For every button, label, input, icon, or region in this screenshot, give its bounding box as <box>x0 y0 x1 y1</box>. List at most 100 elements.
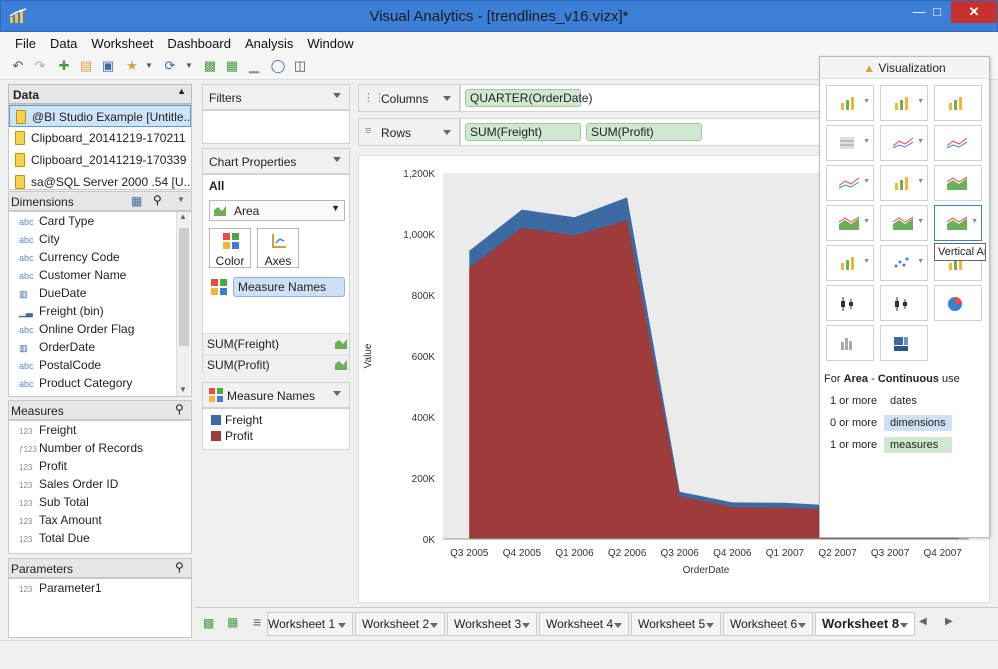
viz-bar-line-button[interactable]: ▼ <box>880 165 928 201</box>
mark-type-select[interactable]: Area ▼ <box>209 200 345 221</box>
field-item[interactable]: ▁▃ Freight (bin) <box>9 302 191 320</box>
menu-worksheet[interactable]: Worksheet <box>84 32 160 51</box>
new-icon[interactable]: ✚ <box>56 58 72 74</box>
viz-table-button[interactable]: ▼ <box>826 125 874 161</box>
viz-box-plot-button[interactable] <box>826 285 874 321</box>
measure-item-profit[interactable]: SUM(Profit) <box>203 354 349 374</box>
viz-bar-button[interactable]: ▼ <box>826 85 874 121</box>
dimensions-menu-icon[interactable]: ▼ <box>177 195 185 204</box>
rows-menu-icon[interactable] <box>443 130 451 135</box>
rows-pill[interactable]: SUM(Freight) <box>465 123 581 141</box>
field-item[interactable]: 123 Sales Order ID <box>9 475 191 493</box>
wand-dropdown-icon[interactable]: ▼ <box>144 58 154 74</box>
wand-icon[interactable]: ★ <box>124 58 140 74</box>
viz-pie-button[interactable] <box>934 285 982 321</box>
viz-option-dropdown-icon[interactable]: ▼ <box>917 218 924 225</box>
color-field-pill[interactable]: Measure Names <box>233 277 345 297</box>
field-item[interactable]: abc PostalCode <box>9 356 191 374</box>
filters-drop-area[interactable] <box>202 110 350 144</box>
field-item[interactable]: 123 Total Due <box>9 529 191 547</box>
close-icon[interactable]: ✕ <box>951 1 997 23</box>
tab-menu-icon[interactable] <box>522 623 530 628</box>
viz-histogram-button[interactable] <box>826 325 874 361</box>
field-item[interactable]: 123 Sub Total <box>9 493 191 511</box>
dimensions-scrollbar[interactable]: ▲ ▼ <box>176 212 190 396</box>
present-icon[interactable]: ◫ <box>292 58 308 74</box>
viz-option-dropdown-icon[interactable]: ▼ <box>917 138 924 145</box>
sheet-list-icon[interactable]: ≡ <box>253 614 261 630</box>
viz-option-dropdown-icon[interactable]: ▼ <box>863 218 870 225</box>
rows-shelf[interactable]: SUM(Freight) SUM(Profit) <box>460 118 820 146</box>
viz-column-stack-button[interactable]: ▼ <box>826 245 874 281</box>
sort-icon[interactable]: ▲ <box>177 86 186 96</box>
filters-menu-icon[interactable] <box>333 93 341 98</box>
viz-scatter-button[interactable]: ▼ <box>880 245 928 281</box>
field-item[interactable]: abc Currency Code <box>9 248 191 266</box>
viz-option-dropdown-icon[interactable]: ▼ <box>863 258 870 265</box>
field-item[interactable]: 123 Freight <box>9 421 191 439</box>
tab-worksheet[interactable]: Worksheet 6 <box>723 612 813 636</box>
table-icon[interactable]: ▦ <box>131 194 142 208</box>
tab-worksheet[interactable]: Worksheet 2 <box>355 612 445 636</box>
save-icon[interactable]: ▣ <box>100 58 116 74</box>
search-icon[interactable]: ⚲ <box>175 402 184 416</box>
viz-option-dropdown-icon[interactable]: ▼ <box>863 138 870 145</box>
tab-menu-icon[interactable] <box>430 623 438 628</box>
maximize-icon[interactable]: □ <box>927 1 947 23</box>
tab-menu-icon[interactable] <box>900 623 908 628</box>
viz-multi-line-button[interactable]: ▼ <box>826 165 874 201</box>
tab-worksheet[interactable]: Worksheet 5 <box>631 612 721 636</box>
viz-dual-area-button[interactable]: ▼ <box>880 205 928 241</box>
bar-chart-icon[interactable]: ▁ <box>246 58 262 74</box>
rows-pill[interactable]: SUM(Profit) <box>586 123 702 141</box>
viz-dual-line-button[interactable] <box>934 125 982 161</box>
viz-option-dropdown-icon[interactable]: ▼ <box>917 178 924 185</box>
viz-treemap-button[interactable] <box>880 325 928 361</box>
search-icon[interactable]: ⚲ <box>175 560 184 574</box>
data-source-item[interactable]: @BI Studio Example [Untitle... <box>9 105 191 127</box>
field-item[interactable]: ▥ OrderDate <box>9 338 191 356</box>
add-dashboard-icon[interactable]: ▦ <box>224 58 240 74</box>
tab-worksheet[interactable]: Worksheet 8 <box>815 612 915 636</box>
legend-entry[interactable]: Freight <box>211 413 341 429</box>
tab-menu-icon[interactable] <box>614 623 622 628</box>
viz-option-dropdown-icon[interactable]: ▼ <box>917 258 924 265</box>
new-worksheet-icon[interactable]: ▩ <box>203 616 214 630</box>
tab-scroll-right-icon[interactable]: ▶ <box>945 616 953 627</box>
viz-option-dropdown-icon[interactable]: ▼ <box>863 178 870 185</box>
viz-gantt-button[interactable] <box>880 285 928 321</box>
data-source-item[interactable]: sa@SQL Server 2000 .54 [U... <box>9 171 191 193</box>
columns-menu-icon[interactable] <box>443 96 451 101</box>
viz-option-dropdown-icon[interactable]: ▼ <box>863 98 870 105</box>
legend-entry[interactable]: Profit <box>211 429 341 445</box>
menu-window[interactable]: Window <box>300 32 360 51</box>
redo-icon[interactable]: ↷ <box>32 58 48 74</box>
field-item[interactable]: abc Product Category <box>9 374 191 392</box>
scroll-down-icon[interactable]: ▼ <box>179 385 187 394</box>
tab-menu-icon[interactable] <box>706 623 714 628</box>
open-folder-icon[interactable]: ▤ <box>78 58 94 74</box>
axes-button[interactable]: Axes <box>257 228 299 268</box>
tab-menu-icon[interactable] <box>798 623 806 628</box>
viz-area-button[interactable] <box>934 165 982 201</box>
add-chart-icon[interactable]: ▩ <box>202 58 218 74</box>
tab-menu-icon[interactable] <box>338 623 346 628</box>
viz-stacked-bar-button[interactable] <box>934 85 982 121</box>
data-source-item[interactable]: Clipboard_20141219-170211 <box>9 127 191 149</box>
viz-line-button[interactable]: ▼ <box>880 125 928 161</box>
menu-data[interactable]: Data <box>43 32 84 51</box>
field-item[interactable]: abc Customer Name <box>9 266 191 284</box>
viz-side-bar-button[interactable]: ▼ <box>880 85 928 121</box>
chart-properties-menu-icon[interactable] <box>333 157 341 162</box>
refresh-dropdown-icon[interactable]: ▼ <box>184 58 194 74</box>
color-button[interactable]: Color <box>209 228 251 268</box>
viz-option-dropdown-icon[interactable]: ▼ <box>971 218 978 225</box>
field-item[interactable]: ƒ123 Number of Records <box>9 439 191 457</box>
field-item[interactable]: abc City <box>9 230 191 248</box>
menu-analysis[interactable]: Analysis <box>238 32 300 51</box>
minimize-icon[interactable]: — <box>909 1 929 23</box>
field-item[interactable]: 123 Tax Amount <box>9 511 191 529</box>
field-item[interactable]: 123 Profit <box>9 457 191 475</box>
data-source-item[interactable]: Clipboard_20141219-170339 <box>9 149 191 171</box>
tab-worksheet[interactable]: Worksheet 1 <box>267 612 353 636</box>
